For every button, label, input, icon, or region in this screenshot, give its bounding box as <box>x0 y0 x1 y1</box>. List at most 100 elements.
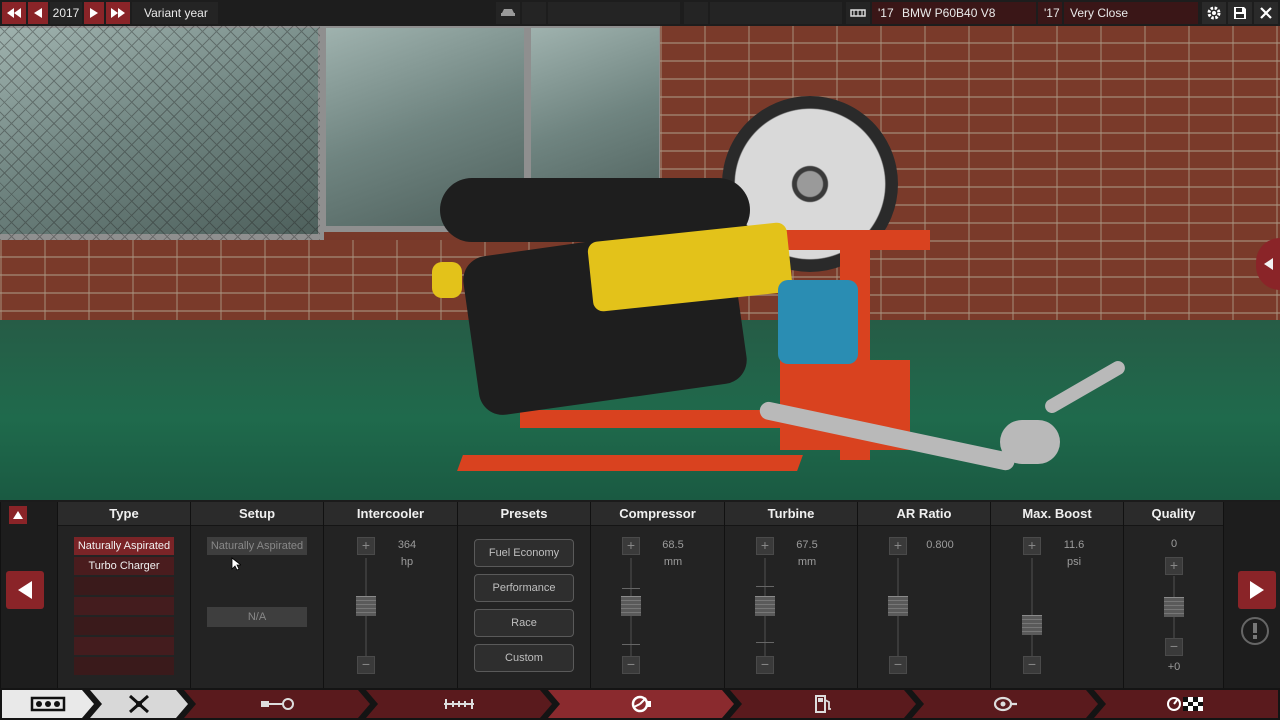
type-empty-slot <box>74 597 174 615</box>
nav-exhaust[interactable] <box>912 690 1098 718</box>
ar-ratio-slider-handle[interactable] <box>888 596 908 616</box>
warning-button[interactable] <box>1241 617 1269 645</box>
turbine-increase-button[interactable]: + <box>756 537 774 555</box>
turbine-tick <box>756 642 774 643</box>
exhaust-icon <box>992 695 1018 713</box>
close-icon <box>1260 7 1272 19</box>
preset-performance-button[interactable]: Performance <box>474 574 574 602</box>
chevron-left-icon <box>1264 258 1273 270</box>
empty-field-b <box>710 2 842 24</box>
intercooler-decrease-button[interactable]: − <box>357 656 375 674</box>
crankshaft-icon <box>260 697 294 711</box>
turbine-slider-handle[interactable] <box>755 596 775 616</box>
ar-ratio-value: 0.800 <box>926 539 954 551</box>
type-column: Type Naturally Aspirated Turbo Charger <box>57 502 190 688</box>
nav-fuel[interactable] <box>730 690 916 718</box>
ar-ratio-decrease-button[interactable]: − <box>889 656 907 674</box>
engine-designer-nav <box>0 688 1280 720</box>
settings-button[interactable] <box>1202 2 1226 24</box>
max-boost-value: 11.6 <box>1063 539 1085 551</box>
first-year-button[interactable] <box>2 2 26 24</box>
compressor-increase-button[interactable]: + <box>622 537 640 555</box>
intercooler-header: Intercooler <box>324 502 457 526</box>
setup-column: Setup Naturally Aspirated N/A <box>190 502 323 688</box>
quality-column: Quality 0 + − +0 <box>1123 502 1223 688</box>
preset-race-button[interactable]: Race <box>474 609 574 637</box>
nav-turbo[interactable] <box>548 690 734 718</box>
turbine-column: Turbine + 67.5 mm − <box>724 502 857 688</box>
max-boost-slider-handle[interactable] <box>1022 615 1042 635</box>
collapse-panel-button[interactable] <box>9 506 27 524</box>
match-quality[interactable]: Very Close <box>1064 2 1198 24</box>
type-option-turbo-charger[interactable]: Turbo Charger <box>74 557 174 575</box>
type-option-naturally-aspirated[interactable]: Naturally Aspirated <box>74 537 174 555</box>
ar-ratio-increase-button[interactable]: + <box>889 537 907 555</box>
year-field[interactable]: 2017 <box>50 2 82 24</box>
engine-block-icon <box>30 695 66 713</box>
turbine-header: Turbine <box>725 502 857 526</box>
nav-intake[interactable] <box>366 690 552 718</box>
setup-na: N/A <box>207 607 307 627</box>
nav-crankshaft[interactable] <box>184 690 370 718</box>
save-button[interactable] <box>1228 2 1252 24</box>
match-year: '17 <box>1038 2 1062 24</box>
car-button[interactable] <box>496 2 520 24</box>
chevron-right-icon <box>90 8 98 18</box>
intercooler-slider-handle[interactable] <box>356 596 376 616</box>
max-boost-increase-button[interactable]: + <box>1023 537 1041 555</box>
quality-value: 0 <box>1170 538 1178 550</box>
nav-engine-block[interactable] <box>2 690 94 718</box>
exhaust-muffler <box>1000 420 1060 464</box>
preset-custom-button[interactable]: Custom <box>474 644 574 672</box>
compressor-slider-handle[interactable] <box>621 596 641 616</box>
dynamometer <box>778 280 858 364</box>
compressor-tick <box>622 588 640 589</box>
type-empty-slot <box>74 637 174 655</box>
save-icon <box>1234 7 1246 19</box>
max-boost-decrease-button[interactable]: − <box>1023 656 1041 674</box>
engine-list-button[interactable] <box>846 2 870 24</box>
engine-heads-icon <box>124 693 154 715</box>
close-button[interactable] <box>1254 2 1278 24</box>
engine-icon <box>850 9 866 17</box>
engine-name[interactable]: BMW P60B40 V8 <box>896 2 1036 24</box>
turbo-config-panel: Type Naturally Aspirated Turbo Charger S… <box>0 502 1280 688</box>
turbine-decrease-button[interactable]: − <box>756 656 774 674</box>
setup-value: Naturally Aspirated <box>207 537 307 555</box>
left-gutter <box>0 502 57 688</box>
intake-manifold-icon <box>443 697 475 711</box>
turbine-tick <box>756 586 774 587</box>
last-year-button[interactable] <box>106 2 130 24</box>
turbo-icon <box>630 695 652 713</box>
chevron-left-icon <box>34 8 42 18</box>
type-empty-slot <box>74 657 174 675</box>
quality-increase-button[interactable]: + <box>1165 557 1183 575</box>
next-section-button[interactable] <box>1238 571 1276 609</box>
fuel-pump-icon <box>813 694 833 714</box>
nav-engine-heads[interactable] <box>90 690 188 718</box>
max-boost-column: Max. Boost + 11.6 psi − <box>990 502 1123 688</box>
prev-section-button[interactable] <box>6 571 44 609</box>
max-boost-header: Max. Boost <box>991 502 1123 526</box>
intercooler-column: Intercooler + 364 hp − <box>323 502 457 688</box>
presets-column: Presets Fuel Economy Performance Race Cu… <box>457 502 590 688</box>
quality-slider-handle[interactable] <box>1164 597 1184 617</box>
preset-fuel-economy-button[interactable]: Fuel Economy <box>474 539 574 567</box>
right-gutter <box>1223 502 1280 688</box>
compressor-decrease-button[interactable]: − <box>622 656 640 674</box>
test-results-icon <box>1167 697 1203 711</box>
compressor-tick <box>622 644 640 645</box>
type-empty-slot <box>74 617 174 635</box>
prev-year-button[interactable] <box>28 2 48 24</box>
type-header: Type <box>58 502 190 526</box>
compressor-column: Compressor + 68.5 mm − <box>590 502 724 688</box>
next-year-button[interactable] <box>84 2 104 24</box>
nav-test-results[interactable] <box>1094 690 1278 718</box>
max-boost-unit: psi <box>1066 556 1082 568</box>
engine-viewport[interactable] <box>0 0 1280 500</box>
intercooler-increase-button[interactable]: + <box>357 537 375 555</box>
engine-year: '17 <box>872 2 896 24</box>
quality-decrease-button[interactable]: − <box>1165 638 1183 656</box>
compressor-value: 68.5 <box>662 539 684 551</box>
turbine-unit: mm <box>797 556 817 568</box>
